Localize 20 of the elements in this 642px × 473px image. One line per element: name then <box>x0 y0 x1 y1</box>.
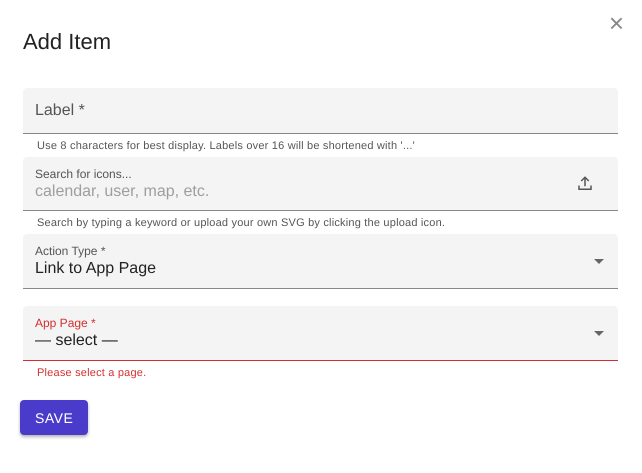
select-value: — select — <box>35 332 119 350</box>
dialog-title: Add Item <box>23 28 112 56</box>
error-message: Please select a page. <box>36 366 148 381</box>
search-field[interactable]: Search for icons... calendar, user, map, etc. <box>23 157 618 211</box>
upload-icon[interactable] <box>576 174 594 192</box>
input-field[interactable]: Label * <box>23 88 618 134</box>
dropdown-caret-icon <box>594 330 604 336</box>
dropdown-caret-icon <box>594 258 604 264</box>
field-label: Search for icons... <box>35 166 133 180</box>
field-label: App Page * <box>35 316 97 330</box>
select-field[interactable]: Action Type * Link to App Page <box>23 234 618 289</box>
save-button[interactable]: SAVE <box>20 400 88 435</box>
search-input[interactable]: calendar, user, map, etc. <box>35 182 576 200</box>
close-button[interactable]: × <box>604 10 628 36</box>
helper-text: Use 8 characters for best display. Labels over 16 will be shortened with '...' <box>36 139 416 154</box>
field-label: Label * <box>35 102 86 120</box>
select-value: Link to App Page <box>35 260 157 278</box>
field-label: Action Type * <box>35 244 106 258</box>
select-field[interactable]: App Page * — select — <box>23 306 618 361</box>
helper-text: Search by typing a keyword or upload your own SVG by clicking the upload icon. <box>36 216 446 231</box>
